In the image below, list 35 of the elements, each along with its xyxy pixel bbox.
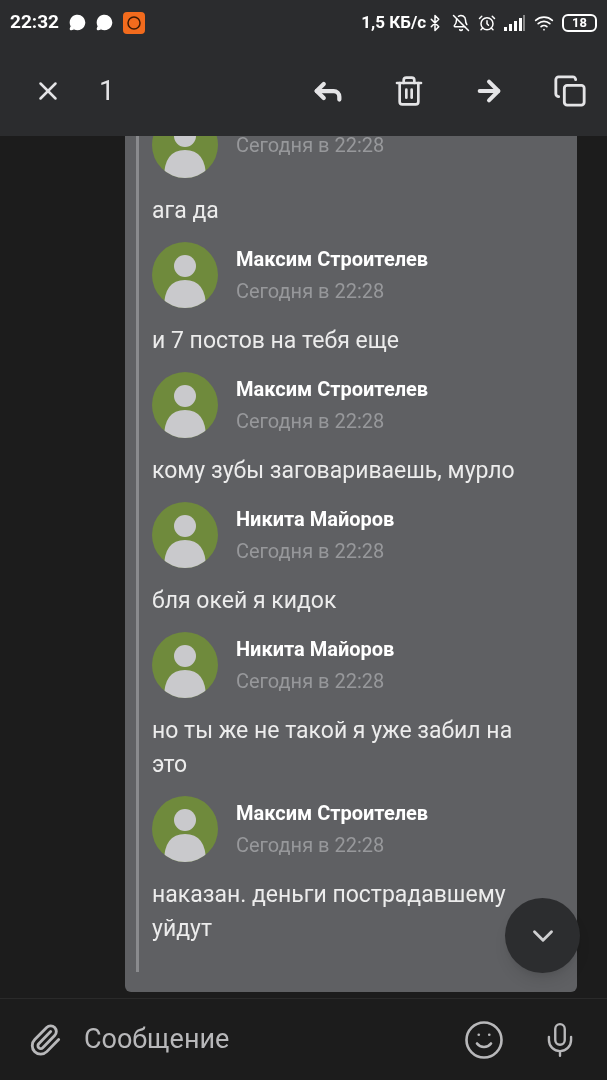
copy-icon bbox=[553, 73, 587, 108]
sender-name[interactable]: Максим Строителев bbox=[236, 800, 429, 826]
muted-bell-icon bbox=[452, 13, 471, 32]
sender-name[interactable]: Максим Строителев bbox=[236, 376, 429, 402]
message-time: Сегодня в 22:28 bbox=[236, 408, 386, 434]
alarm-icon bbox=[478, 13, 497, 32]
attach-icon[interactable] bbox=[28, 1022, 62, 1057]
message-time: Сегодня в 22:28 bbox=[236, 136, 385, 158]
signal-icon bbox=[504, 14, 527, 31]
message-text: бля окей я кидок bbox=[152, 586, 338, 616]
sender-name[interactable]: Максим Строителев bbox=[236, 246, 429, 272]
chat-notification-icon bbox=[68, 14, 86, 31]
message-text: и 7 постов на тебя еще bbox=[152, 326, 401, 356]
message-text: наказан. деньги пострадавшему уйдут bbox=[152, 880, 507, 944]
copy-button[interactable] bbox=[553, 73, 587, 108]
message-time: Сегодня в 22:28 bbox=[236, 538, 386, 564]
trash-icon bbox=[393, 74, 425, 107]
battery-icon: 18 bbox=[562, 13, 597, 32]
message-text: но ты же не такой я уже забил на это bbox=[152, 716, 514, 780]
sender-name[interactable]: Никита Майоров bbox=[236, 506, 395, 532]
selection-count: 1 bbox=[99, 72, 115, 109]
message-time: Сегодня в 22:28 bbox=[236, 278, 386, 304]
message-time: Сегодня в 22:28 bbox=[236, 832, 386, 858]
status-time: 22:32 bbox=[10, 9, 59, 36]
network-speed: 1,5 КБ/с bbox=[361, 10, 427, 34]
sender-name[interactable]: Никита Майоров bbox=[236, 636, 395, 662]
forwarded-messages-panel[interactable] bbox=[125, 136, 577, 992]
message-text: кому зубы заговариваешь, мурло bbox=[152, 456, 516, 486]
message-field[interactable]: Сообщение bbox=[84, 1019, 463, 1060]
chat-notification-icon bbox=[95, 14, 113, 31]
app-notification-icon bbox=[122, 11, 145, 34]
emoji-icon[interactable] bbox=[463, 1018, 505, 1061]
delete-button[interactable] bbox=[393, 74, 425, 107]
message-text: ага да bbox=[152, 196, 220, 226]
message-time: Сегодня в 22:28 bbox=[236, 668, 386, 694]
